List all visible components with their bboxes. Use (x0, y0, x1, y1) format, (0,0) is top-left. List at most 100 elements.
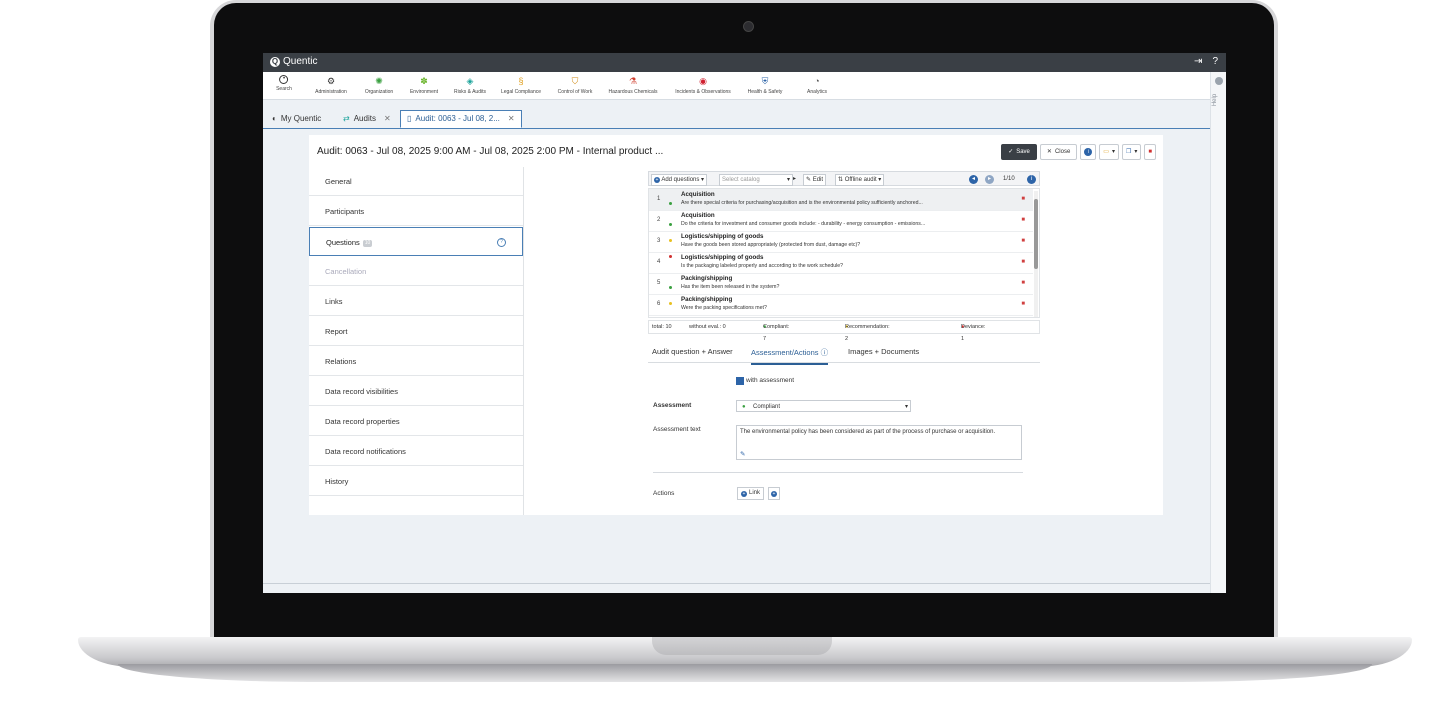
nav-item-relations[interactable]: Relations (309, 347, 523, 376)
analytics-icon: ◔ (814, 76, 820, 86)
next-icon[interactable]: ▸ (985, 175, 994, 184)
question-row[interactable]: 5 Packing/shipping Has the item been rel… (649, 273, 1033, 295)
add-icon: + (771, 490, 777, 497)
catalog-select[interactable]: Select catalog ▾ (719, 174, 793, 186)
help-icon[interactable]: ? (1212, 56, 1218, 67)
trash-icon[interactable]: ■ (1021, 196, 1025, 202)
tab-my-quentic[interactable]: ◐ My Quentic (266, 111, 327, 127)
tab-question-answer[interactable]: Audit question + Answer (652, 347, 733, 356)
question-count-badge: 10 (362, 239, 373, 247)
close-tab-icon[interactable]: ✕ (508, 111, 515, 127)
scrollbar-thumb[interactable] (1034, 199, 1038, 269)
info-icon[interactable]: i (1027, 175, 1036, 184)
nav-item-history[interactable]: History (309, 467, 523, 496)
module-bar: • Search ⚙ Administration ✺ Organization ✽ E… (263, 72, 1210, 100)
module-search[interactable]: • Search (276, 75, 292, 92)
flag-icon: ▭ (1103, 149, 1109, 155)
catalog-go-button[interactable]: ▸ (791, 174, 798, 184)
help-circle-icon[interactable]: ⓘ (821, 348, 829, 357)
question-row[interactable]: 1 Acquisition Are there special criteria… (649, 189, 1033, 211)
traffic-light-icon (669, 234, 672, 248)
nav-item-properties[interactable]: Data record properties (309, 407, 523, 436)
nav-item-participants[interactable]: Participants (309, 197, 523, 226)
info-icon: i (1084, 148, 1093, 156)
pencil-icon[interactable]: ✎ (740, 450, 745, 458)
tab-audits[interactable]: ⇄ Audits ✕ (337, 111, 397, 127)
module-analytics[interactable]: ◔ Analytics (807, 75, 827, 95)
delete-button[interactable]: ■ (1144, 144, 1156, 160)
nav-item-cancellation[interactable]: Cancellation (309, 257, 523, 286)
chevron-down-icon: ▾ (1111, 149, 1115, 155)
nav-item-notifications[interactable]: Data record notifications (309, 437, 523, 466)
nav-item-general[interactable]: General (309, 167, 523, 196)
traffic-light-icon (669, 192, 672, 206)
trash-icon[interactable]: ■ (1021, 217, 1025, 223)
add-action-button[interactable]: + (768, 487, 780, 500)
search-icon: • (279, 75, 289, 84)
module-hazardous-chemicals[interactable]: ⚗ Hazardous Chemicals (609, 75, 658, 95)
questions-toolbar: + Add questions ▾ Select catalog ▾ ▸ ✎ Ed… (648, 171, 1040, 186)
organization-icon: ✺ (375, 76, 383, 86)
copy-dropdown-button[interactable]: ❐ ▾ (1121, 144, 1142, 160)
question-row[interactable]: 4 Logistics/shipping of goods Is the pac… (649, 252, 1033, 274)
nav-item-questions[interactable]: Questions 10? (309, 227, 523, 256)
trash-icon[interactable]: ■ (1021, 238, 1025, 244)
info-button[interactable]: i (1080, 144, 1097, 160)
top-bar: Q Quentic ⇥ ? (263, 53, 1226, 72)
close-icon: ✕ (1046, 149, 1052, 155)
leaf-icon: ✽ (420, 76, 428, 86)
gear-icon: ⚙ (326, 76, 336, 86)
trash-icon[interactable]: ■ (1021, 259, 1025, 265)
question-row[interactable]: 2 Acquisition Do the criteria for invest… (649, 210, 1033, 232)
trash-icon: ■ (1148, 149, 1152, 155)
offline-audit-button[interactable]: ⇅ Offline audit ▾ (835, 174, 885, 186)
question-row[interactable]: 3 Logistics/shipping of goods Have the g… (649, 231, 1033, 253)
module-organization[interactable]: ✺ Organization (365, 75, 393, 95)
edit-button[interactable]: ✎ Edit (803, 174, 827, 186)
questions-scrollbar[interactable] (1034, 191, 1038, 317)
brand-name: Quentic (283, 56, 318, 67)
tab-images-documents[interactable]: Images + Documents (848, 347, 919, 356)
module-health-safety[interactable]: ⛨ Health & Safety (748, 75, 783, 95)
chevron-down-icon: ▾ (786, 177, 790, 183)
with-assessment-checkbox[interactable] (736, 377, 744, 385)
assessment-select[interactable]: ● Compliant ▾ (736, 400, 911, 412)
flag-dropdown-button[interactable]: ▭ ▾ (1099, 144, 1119, 160)
question-help-icon[interactable]: ? (497, 238, 506, 247)
module-control-of-work[interactable]: ⛉ Control of Work (558, 75, 593, 95)
question-counter: 1/10 (1003, 176, 1015, 182)
assessment-label: Assessment (653, 402, 692, 409)
bottom-divider (263, 583, 1210, 584)
save-button[interactable]: ✓ Save (1001, 144, 1037, 160)
close-button[interactable]: ✕ Close (1039, 144, 1078, 160)
help-rail[interactable]: Help (1210, 72, 1226, 593)
module-incidents-observations[interactable]: ◉ Incidents & Observations (675, 75, 731, 95)
module-legal-compliance[interactable]: § Legal Compliance (501, 75, 541, 95)
tab-audit-0063[interactable]: ▯ Audit: 0063 - Jul 08, 2... ✕ (400, 110, 522, 128)
module-environment[interactable]: ✽ Environment (410, 75, 438, 95)
nav-item-report[interactable]: Report (309, 317, 523, 346)
module-risks-audits[interactable]: ◈ Risks & Audits (454, 75, 486, 95)
nav-item-visibilities[interactable]: Data record visibilities (309, 377, 523, 406)
tab-assessment-actions[interactable]: Assessment/Actions ⓘ (751, 347, 829, 365)
module-administration[interactable]: ⚙ Administration (315, 75, 347, 95)
trash-icon[interactable]: ■ (1021, 280, 1025, 286)
actions-label: Actions (653, 490, 675, 497)
question-row[interactable]: 6 Packing/shipping Were the packing spec… (649, 294, 1033, 316)
link-action-button[interactable]: + Link (737, 487, 765, 500)
trash-icon[interactable]: ■ (1021, 301, 1025, 307)
copy-icon: ❐ (1125, 149, 1132, 155)
nav-item-links[interactable]: Links (309, 287, 523, 316)
document-icon: ▯ (407, 114, 412, 123)
close-tab-icon[interactable]: ✕ (384, 111, 391, 127)
brand[interactable]: Q Quentic (270, 56, 317, 67)
add-questions-button[interactable]: + Add questions ▾ (651, 174, 708, 186)
assessment-text-field[interactable]: The environmental policy has been consid… (736, 425, 1022, 460)
previous-icon[interactable]: ◂ (969, 175, 978, 184)
logout-icon[interactable]: ⇥ (1194, 56, 1202, 67)
flask-icon: ⚗ (628, 76, 638, 86)
incident-icon: ◉ (699, 76, 707, 86)
risk-icon: ◈ (466, 76, 474, 86)
help-rail-label: Help (1212, 93, 1219, 107)
brand-logo-icon: Q (270, 56, 280, 67)
